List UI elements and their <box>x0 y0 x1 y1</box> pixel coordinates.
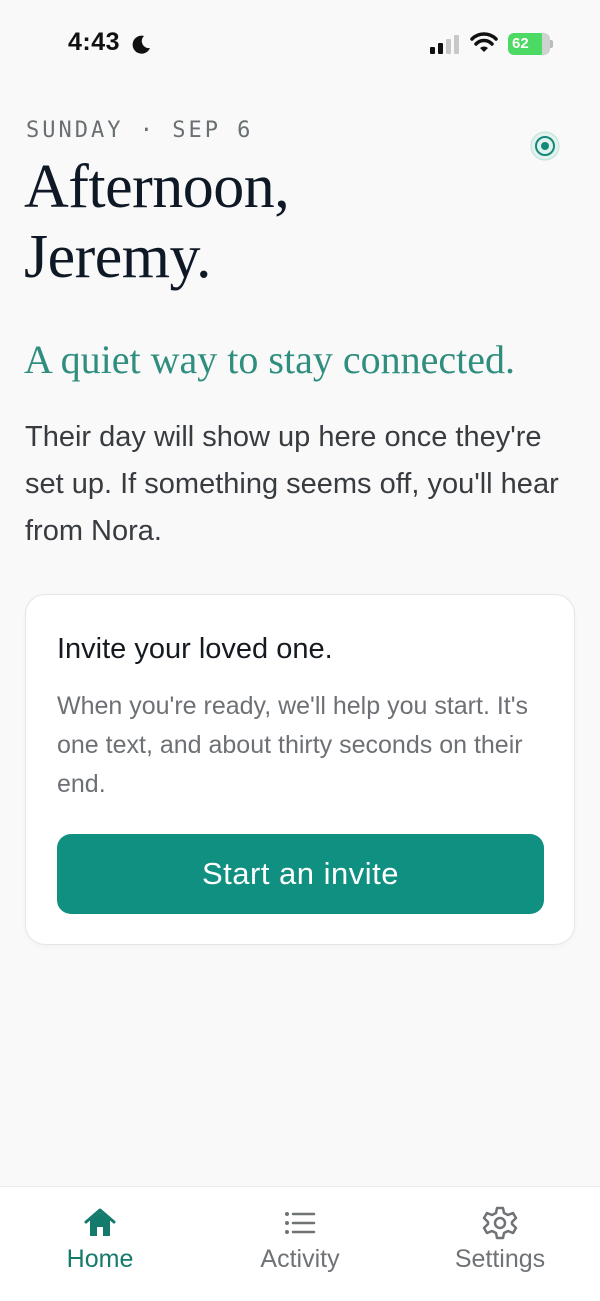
status-time: 4:43 <box>68 28 121 56</box>
battery-indicator: 62 <box>508 33 553 55</box>
tab-activity[interactable]: Activity <box>200 1187 400 1301</box>
battery-cap <box>550 40 553 48</box>
tab-activity-label: Activity <box>260 1245 340 1273</box>
home-screen: 4:43 62 SUNDAY · SEP 6 Afternoon, Jeremy… <box>0 0 600 1301</box>
home-icon <box>84 1208 116 1236</box>
intro-text: Their day will show up here once they're… <box>25 421 559 547</box>
wifi-icon <box>470 32 498 52</box>
battery-percent: 62 <box>512 35 529 52</box>
battery-level: 62 <box>508 33 546 55</box>
tab-home-label: Home <box>66 1245 134 1273</box>
invite-card-title: Invite your loved one. <box>57 633 333 665</box>
tab-bar: Home Activity Settings <box>0 1186 600 1301</box>
start-invite-button[interactable]: Start an invite <box>57 834 544 914</box>
greeting: Afternoon, Jeremy. <box>24 152 290 292</box>
battery-empty-segment <box>542 33 550 55</box>
tagline: A quiet way to stay connected. <box>24 337 515 382</box>
cellular-signal-icon <box>430 35 459 54</box>
list-icon <box>285 1212 316 1234</box>
tab-settings[interactable]: Settings <box>400 1187 600 1301</box>
gear-icon <box>482 1206 518 1240</box>
date-line: SUNDAY · SEP 6 <box>26 118 254 143</box>
greeting-line-1: Afternoon, <box>24 153 290 221</box>
invite-card-body: When you're ready, we'll help you start.… <box>57 692 529 798</box>
greeting-line-2: Jeremy. <box>24 223 212 291</box>
invite-card: Invite your loved one. When you're ready… <box>25 594 575 945</box>
nora-status-icon[interactable] <box>529 130 561 162</box>
status-bar: 4:43 62 <box>0 0 600 88</box>
moon-icon <box>132 35 150 54</box>
tab-home[interactable]: Home <box>0 1187 200 1301</box>
tab-settings-label: Settings <box>454 1245 546 1273</box>
